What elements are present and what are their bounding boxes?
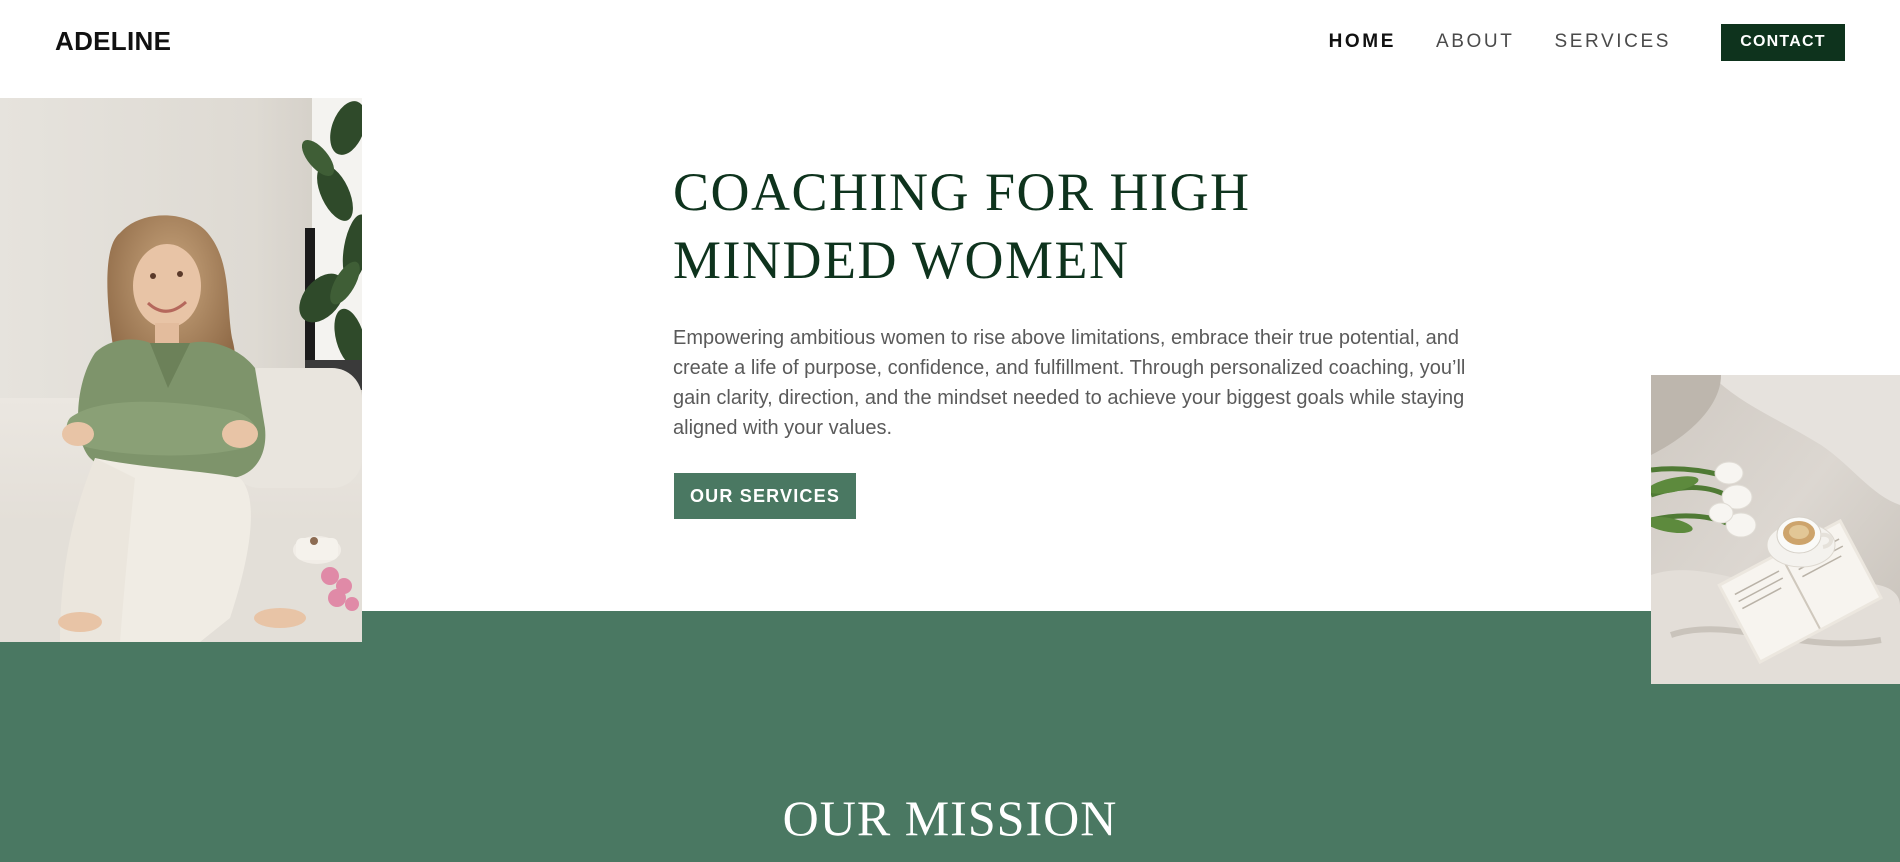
- page: ADELINE HOME ABOUT SERVICES CONTACT OUR …: [0, 0, 1900, 862]
- main-nav: HOME ABOUT SERVICES CONTACT: [1289, 0, 1900, 84]
- nav-about[interactable]: ABOUT: [1436, 31, 1514, 53]
- hero-description: Empowering ambitious women to rise above…: [673, 327, 1466, 439]
- hero-title-line-1: COACHING FOR HIGH: [673, 162, 1251, 222]
- site-logo[interactable]: ADELINE: [55, 26, 171, 57]
- nav-home[interactable]: HOME: [1329, 31, 1396, 53]
- hero-title: COACHING FOR HIGH MINDED WOMEN: [673, 158, 1373, 294]
- mission-section: OUR MISSION: [0, 611, 1900, 862]
- site-header: ADELINE HOME ABOUT SERVICES CONTACT: [0, 0, 1900, 98]
- coach-portrait-image: [0, 98, 362, 642]
- bed-coffee-tulips-image: [1651, 375, 1900, 684]
- hero-title-line-2: MINDED WOMEN: [673, 230, 1130, 290]
- contact-button[interactable]: CONTACT: [1721, 23, 1845, 61]
- mission-title: OUR MISSION: [782, 790, 1118, 846]
- nav-services[interactable]: SERVICES: [1554, 31, 1671, 53]
- our-services-button[interactable]: OUR SERVICES: [674, 473, 856, 519]
